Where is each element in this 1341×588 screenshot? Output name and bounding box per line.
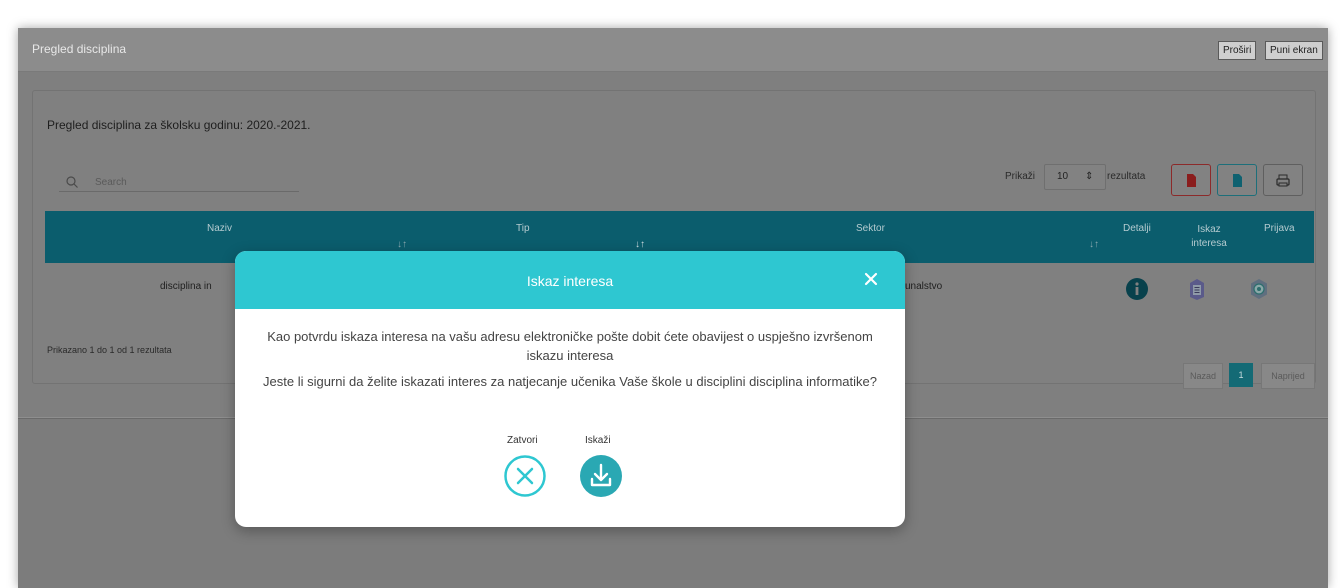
dialog-header: Iskaz interesa — [235, 251, 905, 309]
sort-icon[interactable]: ↓↑ — [1089, 239, 1099, 250]
sort-active-icon[interactable]: ↓↑ — [635, 239, 645, 250]
info-icon[interactable] — [1125, 277, 1149, 301]
search-box — [59, 171, 299, 192]
row-sektor: unalstvo — [905, 281, 943, 292]
column-naziv[interactable]: Naziv — [207, 223, 232, 234]
confirm-download-button[interactable] — [579, 454, 623, 498]
sort-icon[interactable]: ↓↑ — [397, 239, 407, 250]
pdf-file-icon — [1187, 174, 1196, 187]
application-icon[interactable] — [1247, 277, 1271, 301]
close-action-label: Zatvori — [507, 435, 538, 446]
page-size-select[interactable]: 10 ⇕ — [1044, 164, 1106, 190]
express-interest-dialog: Iskaz interesa Kao potvrdu iskaza intere… — [235, 251, 905, 527]
close-icon[interactable] — [863, 271, 879, 287]
column-sektor[interactable]: Sektor — [856, 223, 885, 234]
dialog-title: Iskaz interesa — [526, 273, 614, 289]
select-arrows-icon: ⇕ — [1085, 171, 1094, 182]
print-button[interactable] — [1263, 164, 1303, 196]
page-size-value: 10 — [1057, 171, 1069, 182]
page-size-suffix: rezultata — [1107, 171, 1146, 182]
column-prijava: Prijava — [1264, 223, 1295, 234]
dialog-question: Jeste li sigurni da želite iskazati inte… — [263, 374, 877, 389]
export-pdf-button[interactable] — [1171, 164, 1211, 196]
express-interest-icon[interactable] — [1185, 277, 1209, 301]
page-size-prefix: Prikaži — [1005, 171, 1036, 182]
results-info: Prikazano 1 do 1 od 1 rezultata — [47, 345, 172, 355]
confirm-action-label: Iskaži — [585, 435, 611, 446]
card-title: Pregled disciplina za školsku godinu: 20… — [47, 118, 311, 132]
column-iskaz-interesa: Iskaz interesa — [1191, 224, 1227, 249]
search-icon — [66, 176, 78, 188]
print-icon — [1276, 174, 1290, 187]
column-tip[interactable]: Tip — [516, 223, 530, 234]
panel-title: Pregled disciplina — [32, 42, 127, 56]
excel-file-icon — [1233, 174, 1242, 187]
search-input[interactable] — [93, 173, 297, 191]
expand-button[interactable]: Proširi — [1218, 41, 1257, 60]
column-detalji: Detalji — [1123, 223, 1151, 234]
export-excel-button[interactable] — [1217, 164, 1257, 196]
page-1-button[interactable]: 1 — [1229, 363, 1253, 387]
dialog-notice: Kao potvrdu iskaza interesa na vašu adre… — [267, 329, 873, 363]
fullscreen-button[interactable]: Puni ekran — [1265, 41, 1323, 60]
next-page-button[interactable]: Naprijed — [1261, 363, 1315, 389]
prev-page-button[interactable]: Nazad — [1183, 363, 1223, 389]
row-naziv: disciplina in — [160, 281, 212, 292]
cancel-button[interactable] — [503, 454, 547, 498]
panel-header: Pregled disciplina Proširi Puni ekran — [18, 28, 1328, 72]
